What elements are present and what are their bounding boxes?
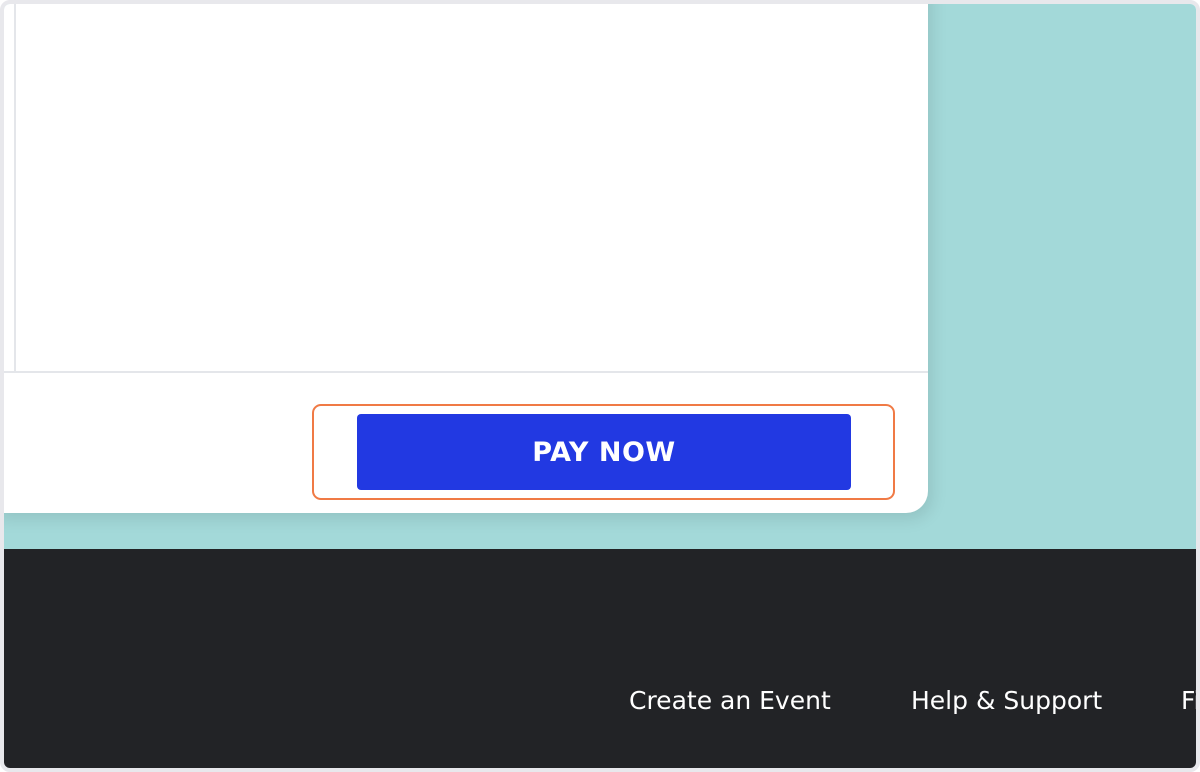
footer-link-help-support[interactable]: Help & Support [911, 684, 1102, 718]
footer-link-create-event[interactable]: Create an Event [629, 684, 831, 718]
checkout-content-area [14, 4, 930, 373]
card-divider [4, 371, 928, 373]
pay-now-button[interactable]: PAY NOW [357, 414, 851, 490]
page-frame: PAY NOW Create an Event Help & Support F… [0, 0, 1200, 772]
footer-link-partial[interactable]: Fi [1181, 684, 1196, 718]
site-footer [4, 549, 1196, 768]
footer-partial-icon [1196, 607, 1200, 635]
